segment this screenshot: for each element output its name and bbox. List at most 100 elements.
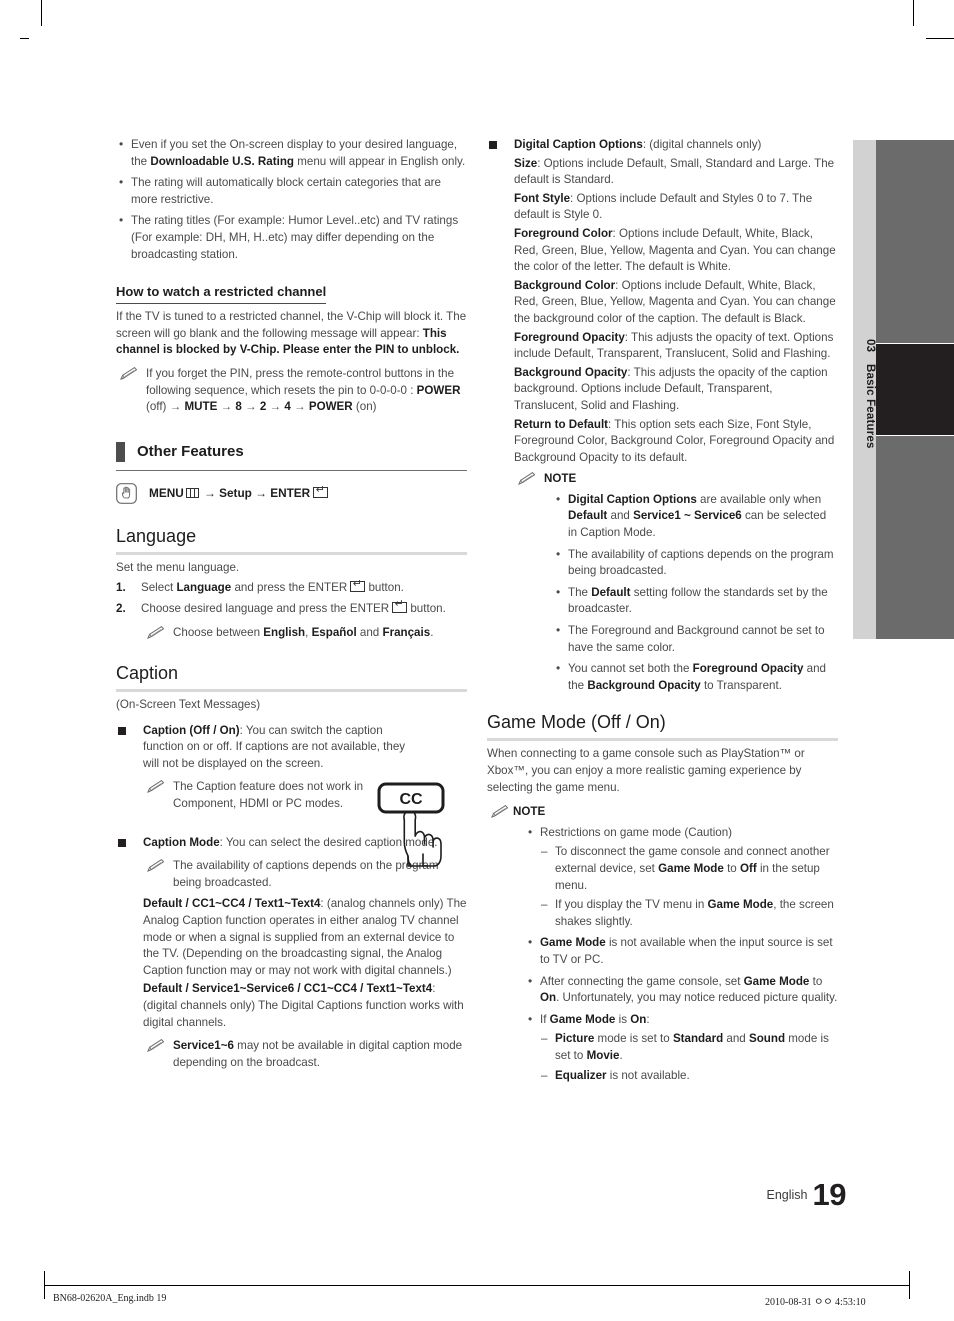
game-mode-note-block: NOTE [487,804,838,821]
note-heading: NOTE [513,805,546,819]
service-availability-note: Service1~6 may not be available in digit… [143,1038,467,1071]
note-text: If Game Mode is On: [540,1012,650,1026]
footer-file-name: BN68-02620A_Eng.indb 19 [53,1293,167,1304]
chapter-thumb-tab-label: 03 Basic Features [853,140,876,639]
restricted-channel-heading: How to watch a restricted channel [116,284,327,305]
option-size: Size: Options include Default, Small, St… [514,156,835,187]
step-text-tail: button. [407,601,446,615]
digital-caption-paragraph: Default / Service1~Service6 / CC1~CC4 / … [143,982,464,1029]
note-text: Restrictions on game mode (Caution) [540,825,733,839]
list-item: 1. Select Language and press the ENTER b… [116,579,467,597]
list-item: If Game Mode is On: Picture mode is set … [525,1011,838,1084]
crop-mark-top-right-vertical [913,0,914,26]
option-foreground-color: Foreground Color: Options include Defaul… [514,226,836,274]
enter-key-icon [313,485,329,499]
list-item: If you display the TV menu in Game Mode,… [540,897,838,930]
service-availability-note-text: Service1~6 may not be available in digit… [173,1039,463,1069]
footer-crop-tick-right [909,1271,910,1299]
pin-reset-note: If you forget the PIN, press the remote-… [116,366,467,416]
right-column: Digital Caption Options: (digital channe… [487,137,838,1089]
list-item: Game Mode is not available when the inpu… [525,934,838,968]
restricted-channel-paragraph: If the TV is tuned to a restricted chann… [116,310,467,357]
step-text: Choose desired language and press the EN… [141,601,390,615]
language-section-title: Language [116,526,467,555]
list-item: The rating titles (For example: Humor Le… [116,212,467,263]
page-number-block: English 19 [700,1177,847,1213]
digital-caption-options-list: Size: Options include Default, Small, St… [514,156,838,467]
option-foreground-opacity: Foreground Opacity: This adjusts the opa… [514,330,834,361]
digital-caption-options-title: Digital Caption Options: (digital channe… [487,137,838,154]
caption-onoff-item: Caption (Off / On): You can switch the c… [116,723,408,773]
game-mode-notes-list: Restrictions on game mode (Caution) To d… [525,824,838,1084]
menu-path-text: MENU → Setup → ENTER [149,485,329,501]
list-item: The Default setting follow the standards… [553,584,838,618]
crop-mark-top-right-horizontal [926,38,954,39]
step-number: 2. [116,601,126,615]
page-number: 19 [812,1177,847,1212]
sub-list: To disconnect the game console and conne… [540,844,838,930]
rating-notes-list: Even if you set the On-screen display to… [116,136,467,263]
language-intro: Set the menu language. [116,560,240,574]
list-item: Picture mode is set to Standard and Soun… [540,1031,838,1064]
option-background-opacity: Background Opacity: This adjusts the opa… [514,365,828,412]
thumb-index-block-active [876,344,954,435]
list-item: To disconnect the game console and conne… [540,844,838,894]
option-background-color: Background Color: Options include Defaul… [514,278,836,325]
pencil-note-icon [120,366,138,380]
left-column: Even if you set the On-screen display to… [116,136,467,1071]
option-return-to-default: Return to Default: This option sets each… [514,417,835,464]
language-choice-note-text: Choose between English, Español and Fran… [173,625,434,639]
list-item: Equalizer is not available. [540,1068,838,1085]
chapter-title: Basic Features [864,363,876,449]
footer-crop-tick-left [44,1271,45,1299]
analog-caption-paragraph: Default / CC1~CC4 / Text1~Text4: (analog… [143,897,467,977]
list-item: The Foreground and Background cannot be … [553,622,838,656]
language-steps: 1. Select Language and press the ENTER b… [116,579,467,618]
menu-path-row: MENU → Setup → ENTER [116,482,467,504]
caption-subtitle: (On-Screen Text Messages) [116,698,261,712]
thumb-index-block-lower [876,436,954,639]
game-mode-intro: When connecting to a game console such a… [487,747,805,794]
pin-reset-note-text: If you forget the PIN, press the remote-… [146,366,461,414]
touch-hand-icon [116,482,137,504]
cc-button-label: CC [399,791,423,808]
pencil-note-icon [147,859,165,873]
caption-notes-list: Digital Caption Options are available on… [553,491,838,695]
list-item: Restrictions on game mode (Caution) To d… [525,824,838,931]
sub-list: Picture mode is set to Standard and Soun… [540,1031,838,1084]
pencil-note-icon [147,625,165,639]
pencil-note-icon [147,780,165,794]
pencil-note-icon [147,1039,165,1053]
crop-mark-top-left-horizontal [20,38,29,39]
caption-section-title: Caption [116,663,467,693]
caption-note-block: NOTE [514,471,838,488]
list-item: Even if you set the On-screen display to… [116,136,467,170]
enter-key-icon [392,599,408,613]
step-text: Select Language and press the ENTER [141,581,348,595]
enter-key-icon [350,579,366,593]
footer-timestamp: 2010-08-31 ㅇㅇ 4:53:10 [765,1297,866,1308]
menu-path-rest: → Setup → ENTER [204,486,311,501]
list-item: The availability of captions depends on … [553,546,838,580]
list-item: Digital Caption Options are available on… [553,491,838,542]
step-text-tail: button. [365,581,404,595]
step-number: 1. [116,581,126,595]
thumb-index-block-upper [876,140,954,343]
other-features-title: Other Features [137,443,244,461]
option-font-style: Font Style: Options include Default and … [514,191,813,222]
band-accent-bar [116,441,125,462]
list-item: 2. Choose desired language and press the… [116,599,467,618]
menu-label: MENU [149,486,184,501]
other-features-band: Other Features [116,441,467,471]
list-item: After connecting the game console, set G… [525,973,838,1007]
chapter-number: 03 [864,338,876,352]
list-item: You cannot set both the Foreground Opaci… [553,660,838,694]
pencil-note-icon [518,472,536,486]
language-choice-note: Choose between English, Español and Fran… [143,625,467,642]
note-heading: NOTE [544,472,577,486]
menu-grid-icon [185,488,199,499]
crop-mark-top-left-vertical [41,0,42,26]
game-mode-section-title: Game Mode (Off / On) [487,712,838,742]
footer-rule [44,1285,910,1286]
caption-component-note-text: The Caption feature does not work in Com… [173,780,364,811]
